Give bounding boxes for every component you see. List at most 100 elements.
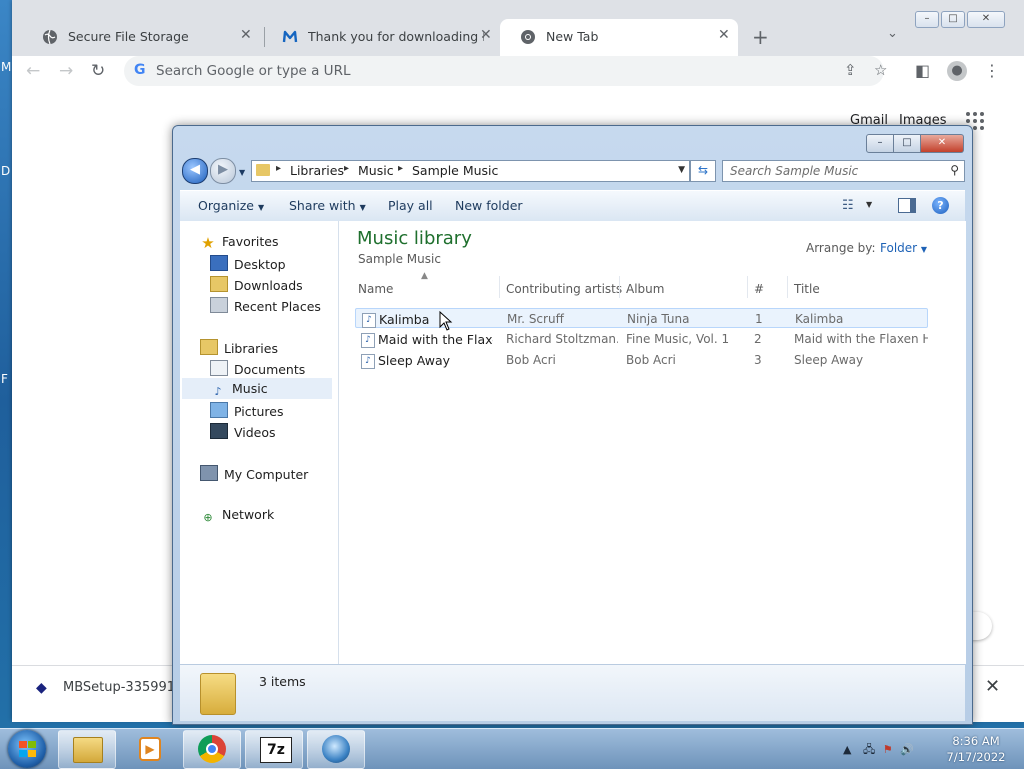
column-divider[interactable] — [747, 276, 748, 298]
tab-secure-file-storage[interactable]: Secure File Storage ✕ — [22, 19, 262, 56]
nav-item-downloads[interactable]: Downloads — [210, 276, 303, 293]
column-divider[interactable] — [619, 276, 620, 298]
file-name[interactable]: Kalimba — [379, 312, 494, 327]
refresh-icon[interactable]: ⇆ — [690, 160, 716, 182]
file-artist: Richard Stoltzman... — [506, 332, 618, 346]
column-header-name[interactable]: Name — [358, 282, 393, 296]
close-tab-icon[interactable]: ✕ — [718, 27, 730, 43]
windows-explorer-icon — [73, 737, 103, 763]
breadcrumb-item[interactable]: Libraries — [290, 163, 344, 178]
nav-item-music[interactable]: ♪ Music — [182, 378, 332, 399]
desktop-icon-label[interactable]: F — [1, 372, 8, 386]
breadcrumb-chevron-icon[interactable]: ▸ — [398, 163, 403, 174]
organize-button[interactable]: Organize ▼ — [198, 198, 264, 213]
nav-item-documents[interactable]: Documents — [210, 360, 305, 377]
menu-kebab-icon[interactable]: ⋮ — [984, 61, 1000, 80]
address-bar[interactable]: ▸ Libraries ▸ Music ▸ Sample Music ▼ — [251, 160, 690, 182]
clock[interactable]: 8:36 AM 7/17/2022 — [940, 733, 1012, 765]
arrange-by-dropdown[interactable]: Folder ▼ — [880, 241, 927, 255]
new-folder-button[interactable]: New folder — [455, 198, 523, 213]
file-track-number: 2 — [754, 332, 762, 346]
action-center-icon[interactable]: ⚑ — [883, 743, 893, 756]
minimize-button[interactable]: – — [915, 11, 939, 28]
column-divider[interactable] — [499, 276, 500, 298]
reload-icon[interactable]: ↻ — [91, 61, 105, 81]
nav-my-computer[interactable]: My Computer — [200, 465, 308, 482]
nav-item-pictures[interactable]: Pictures — [210, 402, 284, 419]
column-header-number[interactable]: # — [754, 282, 764, 296]
breadcrumb-item[interactable]: Music — [358, 163, 394, 178]
library-title: Music library — [357, 228, 472, 249]
back-arrow-icon[interactable]: ◀ — [182, 158, 208, 184]
taskbar-windows-media-player[interactable]: ▶ — [120, 730, 178, 769]
show-hidden-icons-icon[interactable]: ▲ — [843, 743, 851, 756]
column-header-title[interactable]: Title — [794, 282, 820, 296]
file-name[interactable]: Maid with the Flaxe... — [378, 332, 493, 347]
maximize-button[interactable]: □ — [894, 134, 921, 153]
column-header-contributing-artists[interactable]: Contributing artists — [506, 282, 622, 296]
recent-pages-dropdown-icon[interactable]: ▼ — [239, 168, 245, 177]
play-all-button[interactable]: Play all — [388, 198, 433, 213]
file-name[interactable]: Sleep Away — [378, 353, 493, 368]
desktop-icon — [210, 255, 228, 271]
omnibox-input[interactable]: Search Google or type a URL — [156, 63, 350, 79]
taskbar-agent-app[interactable] — [307, 730, 365, 769]
forward-arrow-icon[interactable]: → — [59, 61, 73, 81]
taskbar-google-chrome[interactable] — [183, 730, 241, 769]
close-tab-icon[interactable]: ✕ — [480, 27, 492, 43]
nav-item-recent-places[interactable]: Recent Places — [210, 297, 321, 314]
search-input[interactable]: Search Sample Music — [730, 164, 858, 178]
change-view-icon[interactable]: ☷ — [842, 198, 854, 213]
taskbar-7-zip[interactable]: 7z — [245, 730, 303, 769]
computer-icon — [200, 465, 218, 481]
breadcrumb-chevron-icon[interactable]: ▸ — [344, 163, 349, 174]
minimize-button[interactable]: – — [866, 134, 894, 153]
folder-icon — [200, 673, 236, 715]
nav-item-desktop[interactable]: Desktop — [210, 255, 286, 272]
close-tab-icon[interactable]: ✕ — [240, 27, 252, 43]
nav-libraries[interactable]: Libraries — [200, 339, 278, 356]
desktop-icon-label[interactable]: D — [1, 164, 10, 178]
tab-search-button[interactable]: ⌄ — [887, 26, 898, 41]
file-title: Kalimba — [795, 312, 844, 326]
breadcrumb-item[interactable]: Sample Music — [412, 163, 498, 178]
column-header-album[interactable]: Album — [626, 282, 664, 296]
chrome-icon — [521, 30, 535, 44]
column-divider[interactable] — [787, 276, 788, 298]
tab-malwarebytes[interactable]: Thank you for downloading Malw ✕ — [262, 19, 500, 56]
nav-item-videos[interactable]: Videos — [210, 423, 276, 440]
omnibox[interactable]: G Search Google or type a URL ⇪ ☆ — [124, 56, 887, 86]
forward-arrow-icon[interactable]: ▶ — [210, 158, 236, 184]
table-row[interactable]: ♪ Maid with the Flaxe... Richard Stoltzm… — [355, 329, 928, 349]
search-box[interactable]: Search Sample Music ⚲ — [722, 160, 965, 182]
nav-network[interactable]: ⊕ Network — [200, 507, 274, 525]
close-button[interactable]: ✕ — [921, 134, 964, 153]
taskbar: ▶ 7z ▲ 🖧 ⚑ 🔊 8:36 AM 7/17/2022 — [0, 728, 1024, 769]
clock-date: 7/17/2022 — [946, 750, 1006, 764]
desktop-icon-label[interactable]: M — [1, 60, 11, 74]
network-tray-icon[interactable]: 🖧 — [863, 743, 875, 756]
preview-pane-icon[interactable] — [898, 198, 916, 213]
view-options-dropdown-icon[interactable]: ▼ — [866, 200, 872, 209]
help-icon[interactable]: ? — [932, 197, 949, 214]
new-tab-button[interactable]: + — [752, 25, 769, 49]
nav-favorites[interactable]: ★ Favorites — [200, 234, 278, 251]
side-panel-icon[interactable]: ◧ — [915, 61, 930, 80]
profile-avatar-icon[interactable]: ● — [947, 61, 967, 81]
search-icon[interactable]: ⚲ — [950, 163, 959, 177]
taskbar-windows-explorer[interactable] — [58, 730, 116, 769]
close-button[interactable]: ✕ — [967, 11, 1005, 28]
start-button[interactable] — [8, 730, 46, 768]
audio-file-icon: ♪ — [361, 354, 375, 369]
breadcrumb-chevron-icon[interactable]: ▸ — [276, 163, 281, 174]
table-row[interactable]: ♪ Sleep Away Bob Acri Bob Acri 3 Sleep A… — [355, 350, 928, 370]
star-bookmark-icon[interactable]: ☆ — [874, 61, 887, 79]
close-download-shelf-icon[interactable]: ✕ — [985, 676, 1000, 697]
address-history-dropdown-icon[interactable]: ▼ — [678, 165, 685, 175]
share-with-button[interactable]: Share with ▼ — [289, 198, 366, 213]
share-icon[interactable]: ⇪ — [844, 61, 857, 79]
volume-icon[interactable]: 🔊 — [900, 743, 914, 756]
back-arrow-icon[interactable]: ← — [26, 61, 40, 81]
maximize-button[interactable]: □ — [941, 11, 965, 28]
tab-new-tab[interactable]: New Tab ✕ — [500, 19, 738, 56]
